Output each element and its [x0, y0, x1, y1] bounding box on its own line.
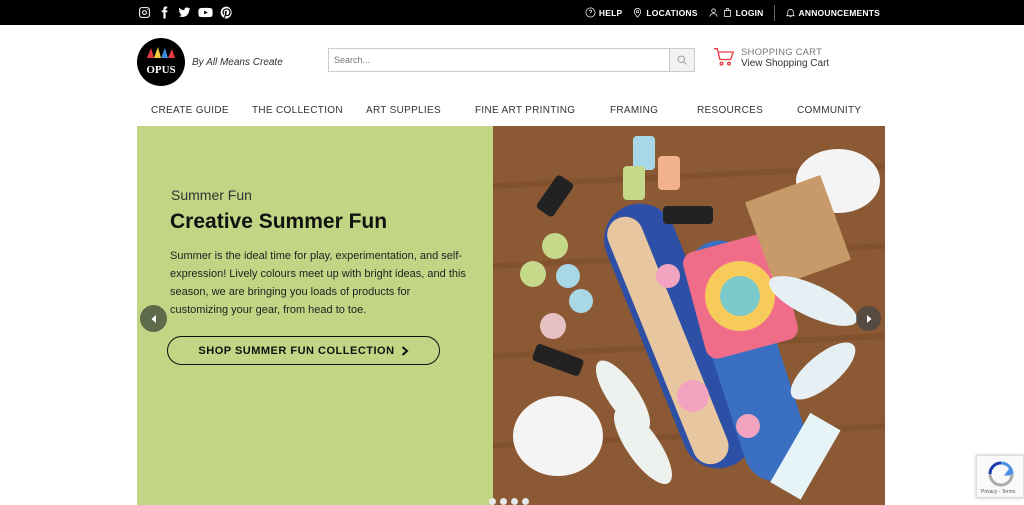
opus-logo[interactable]: OPUS: [137, 38, 185, 86]
youtube-icon[interactable]: [197, 4, 213, 20]
nav-item-art-supplies[interactable]: ART SUPPLIES: [366, 105, 441, 116]
announcements-label: ANNOUNCEMENTS: [798, 7, 880, 18]
cta-label: SHOP SUMMER FUN COLLECTION: [198, 344, 395, 357]
shopping-cart[interactable]: SHOPPING CART View Shopping Cart: [713, 47, 829, 69]
top-utility-bar: HELP LOCATIONS LOGIN ANNOUNCEMENTS: [0, 0, 1024, 25]
slider-dots: [489, 498, 529, 505]
location-pin-icon: [634, 8, 642, 18]
hero-slider: Summer Fun Creative Summer Fun Summer is…: [137, 126, 885, 505]
help-icon: [585, 7, 596, 18]
facebook-icon[interactable]: [157, 4, 171, 20]
chevron-left-icon: [151, 314, 156, 323]
main-nav: CREATE GUIDE THE COLLECTION ART SUPPLIES…: [137, 105, 885, 119]
slider-next-button[interactable]: [856, 306, 881, 331]
bell-icon: [785, 8, 795, 17]
hero-body: Summer is the ideal time for play, exper…: [170, 250, 466, 316]
tagline: By All Means Create: [192, 57, 283, 68]
locations-label: LOCATIONS: [646, 7, 698, 18]
slider-prev-button[interactable]: [140, 305, 167, 332]
nav-item-the-collection[interactable]: THE COLLECTION: [252, 105, 343, 116]
social-links: [137, 4, 233, 20]
twitter-icon[interactable]: [177, 4, 191, 20]
nav-item-create-guide[interactable]: CREATE GUIDE: [151, 105, 229, 116]
chevron-right-icon: [401, 345, 409, 356]
divider: [773, 4, 775, 21]
cart-icon: [714, 48, 735, 66]
cart-title: SHOPPING CART: [741, 47, 823, 58]
shopping-bag-icon: [723, 8, 731, 17]
recaptcha-links: Privacy - Terms: [981, 489, 1016, 495]
locations-link[interactable]: LOCATIONS: [632, 7, 697, 18]
utility-links: HELP LOCATIONS LOGIN ANNOUNCEMENTS: [575, 0, 880, 25]
view-cart-link[interactable]: View Shopping Cart: [741, 58, 829, 69]
slider-dot[interactable]: [489, 498, 496, 505]
help-link[interactable]: HELP: [585, 7, 622, 18]
user-icon: [709, 8, 718, 17]
slider-dot[interactable]: [500, 498, 507, 505]
login-link[interactable]: LOGIN: [708, 7, 764, 18]
instagram-icon[interactable]: [137, 4, 151, 20]
nav-item-resources[interactable]: RESOURCES: [697, 105, 763, 116]
slider-dot[interactable]: [522, 498, 529, 505]
nav-item-framing[interactable]: FRAMING: [610, 105, 658, 116]
help-label: HELP: [598, 7, 623, 18]
nav-item-community[interactable]: COMMUNITY: [797, 105, 861, 116]
search-icon: [677, 55, 687, 65]
search-box: [328, 48, 695, 72]
logo-text: OPUS: [146, 64, 176, 76]
nav-item-fine-art-printing[interactable]: FINE ART PRINTING: [475, 105, 575, 116]
slider-dot[interactable]: [511, 498, 518, 505]
search-button[interactable]: [669, 49, 694, 71]
search-input[interactable]: [329, 49, 669, 71]
hero-eyebrow: Summer Fun: [171, 187, 252, 203]
hero-photo-illustration: [492, 126, 885, 505]
hero-text-panel: Summer Fun Creative Summer Fun Summer is…: [137, 126, 493, 505]
announcements-link[interactable]: ANNOUNCEMENTS: [785, 7, 880, 18]
logo-brushes-icon: [147, 47, 175, 58]
hero-headline: Creative Summer Fun: [170, 210, 388, 233]
recaptcha-icon: [988, 461, 1014, 487]
recaptcha-badge[interactable]: Privacy - Terms: [976, 455, 1024, 498]
chevron-right-icon: [866, 314, 871, 323]
pinterest-icon[interactable]: [219, 4, 233, 20]
hero-image: [492, 126, 885, 505]
shop-collection-button[interactable]: SHOP SUMMER FUN COLLECTION: [167, 336, 440, 365]
login-label: LOGIN: [735, 7, 764, 18]
